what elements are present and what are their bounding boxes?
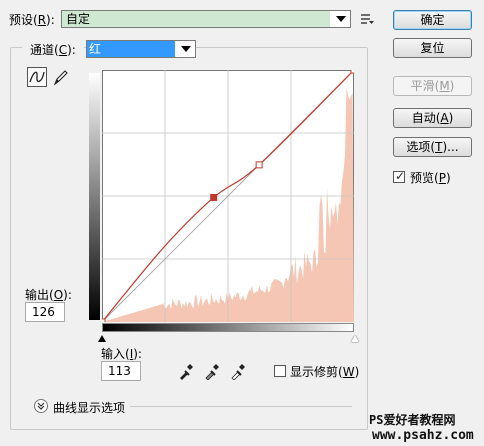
preview-checkbox[interactable]: ✓ [393,169,406,183]
curve-graph[interactable] [102,70,354,322]
ok-button[interactable]: 确定 [393,10,472,30]
show-clipping-label: 显示修剪(W) [290,365,360,379]
white-point-slider[interactable] [351,335,359,342]
smooth-button[interactable]: 平滑(M) [393,76,472,96]
gray-eyedropper-icon[interactable] [203,362,221,381]
preset-value: 自定 [62,11,330,27]
input-gradient-bar [102,323,354,332]
pencil-tool[interactable] [51,67,71,87]
pencil-icon [53,70,68,86]
output-gradient-bar [89,73,100,320]
black-point-slider[interactable] [98,335,106,342]
output-field[interactable]: 126 [25,302,65,322]
separator [130,406,352,407]
auto-button[interactable]: 自动(A) [393,108,472,128]
preview-label: 预览(P) [410,171,451,185]
white-eyedropper-icon[interactable] [229,362,247,381]
black-eyedropper-icon[interactable] [177,362,195,380]
watermark-title: PS爱好者教程网 [369,413,456,427]
curve-icon [29,71,45,83]
show-clipping-checkbox[interactable] [274,365,286,377]
preset-label: 预设(R): [9,13,55,27]
channel-label: 通道(C): [22,41,84,58]
curve-control-point[interactable] [210,193,218,201]
channel-dropdown[interactable]: 红 [86,40,196,58]
input-label: 输入(I): [101,347,142,361]
curve-options-label: 曲线显示选项 [53,401,126,415]
double-chevron-down-icon [37,402,45,410]
watermark-url: www.psahz.com [372,428,474,443]
preset-dropdown[interactable]: 自定 [61,10,351,28]
curve-control-point[interactable] [102,318,106,322]
curve-tool[interactable] [27,67,47,87]
checkmark-icon: ✓ [395,169,406,183]
curve-control-point[interactable] [255,161,263,169]
output-label: 输出(O): [25,288,72,302]
reset-button[interactable]: 复位 [393,38,472,58]
chevron-down-icon [332,11,350,27]
channel-value: 红 [87,41,175,57]
chevron-down-icon [177,41,195,57]
curve-control-point[interactable] [350,70,354,74]
preset-menu-icon[interactable] [359,11,375,27]
options-button[interactable]: 选项(T)... [393,137,472,157]
input-field[interactable]: 113 [101,361,141,381]
expand-options-button[interactable] [34,399,48,413]
